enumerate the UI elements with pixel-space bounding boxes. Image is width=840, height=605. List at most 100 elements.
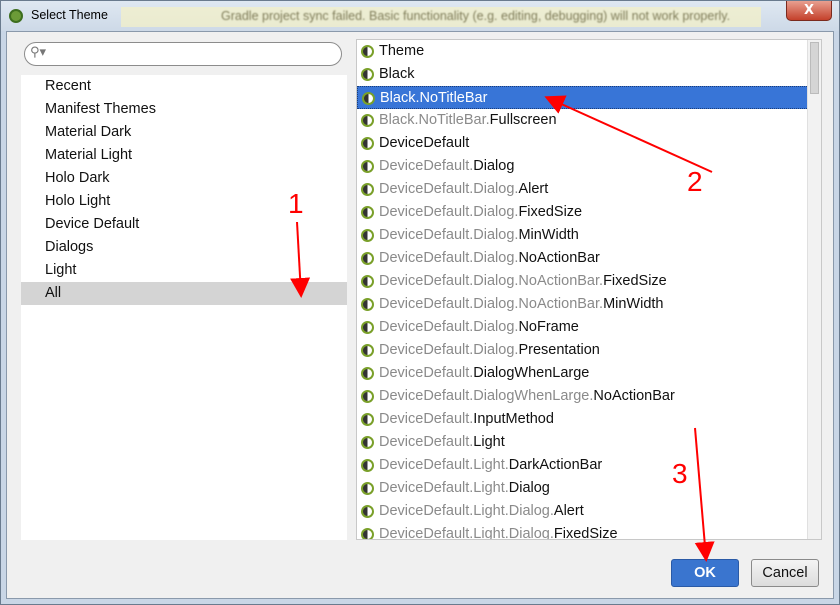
scrollbar[interactable]	[807, 40, 821, 539]
theme-icon	[361, 137, 374, 150]
theme-item[interactable]: DeviceDefault.Dialog.FixedSize	[357, 201, 821, 224]
theme-item[interactable]: Theme	[357, 40, 821, 63]
theme-item[interactable]: DeviceDefault.Light.Dialog.FixedSize	[357, 523, 821, 540]
select-theme-dialog: Gradle project sync failed. Basic functi…	[0, 0, 840, 605]
background-notice: Gradle project sync failed. Basic functi…	[221, 9, 731, 23]
annotation-3: 3	[672, 458, 688, 489]
theme-item[interactable]: DeviceDefault.InputMethod	[357, 408, 821, 431]
theme-item[interactable]: Black.NoTitleBar	[357, 86, 821, 109]
theme-item[interactable]: DeviceDefault.Dialog.NoFrame	[357, 316, 821, 339]
theme-name: NoActionBar	[518, 250, 600, 266]
theme-parent: DeviceDefault.DialogWhenLarge.	[379, 388, 594, 404]
theme-icon	[361, 482, 374, 495]
theme-icon	[361, 229, 374, 242]
theme-parent: DeviceDefault.Dialog.	[379, 342, 519, 358]
theme-icon	[361, 183, 374, 196]
theme-name: DarkActionBar	[508, 457, 603, 473]
theme-icon	[361, 528, 374, 539]
category-item[interactable]: Holo Dark	[21, 167, 347, 190]
theme-item[interactable]: DeviceDefault.Dialog	[357, 155, 821, 178]
theme-name: MinWidth	[603, 296, 664, 312]
theme-item[interactable]: DeviceDefault.DialogWhenLarge	[357, 362, 821, 385]
theme-parent: DeviceDefault.	[379, 411, 474, 427]
theme-name: Alert	[518, 181, 549, 197]
theme-icon	[361, 344, 374, 357]
theme-name: Presentation	[518, 342, 600, 358]
theme-icon	[361, 436, 374, 449]
search-input[interactable]: ⚲▾	[24, 42, 342, 66]
theme-item[interactable]: DeviceDefault.Dialog.NoActionBar.FixedSi…	[357, 270, 821, 293]
theme-icon	[361, 275, 374, 288]
theme-item[interactable]: DeviceDefault.Light	[357, 431, 821, 454]
category-item[interactable]: Recent	[21, 75, 347, 98]
theme-name: Black	[379, 66, 415, 82]
theme-name: Dialog	[508, 480, 550, 496]
ok-button[interactable]: OK	[671, 559, 739, 587]
theme-parent: DeviceDefault.Dialog.	[379, 204, 519, 220]
category-item[interactable]: Material Dark	[21, 121, 347, 144]
theme-name: MinWidth	[518, 227, 579, 243]
theme-name: FixedSize	[518, 204, 583, 220]
theme-item[interactable]: DeviceDefault.Dialog.MinWidth	[357, 224, 821, 247]
theme-item[interactable]: DeviceDefault.Dialog.Alert	[357, 178, 821, 201]
theme-name: InputMethod	[473, 411, 554, 427]
theme-name: NoActionBar	[593, 388, 675, 404]
title-bar: Gradle project sync failed. Basic functi…	[1, 1, 839, 31]
theme-icon	[361, 505, 374, 518]
category-item[interactable]: Light	[21, 259, 347, 282]
theme-parent: DeviceDefault.Dialog.	[379, 227, 519, 243]
theme-item[interactable]: DeviceDefault.Dialog.NoActionBar	[357, 247, 821, 270]
theme-icon	[362, 92, 375, 105]
theme-item[interactable]: DeviceDefault.Dialog.Presentation	[357, 339, 821, 362]
scrollbar-thumb[interactable]	[810, 42, 819, 94]
category-item[interactable]: All	[21, 282, 347, 305]
theme-name: Black.NoTitleBar	[380, 90, 488, 106]
theme-icon	[361, 413, 374, 426]
dialog-body: ⚲▾ Recent Manifest Themes Material Dark Mat…	[6, 31, 834, 599]
theme-icon	[361, 252, 374, 265]
cancel-button[interactable]: Cancel	[751, 559, 819, 587]
theme-name: Alert	[553, 503, 584, 519]
theme-parent: DeviceDefault.	[379, 158, 474, 174]
theme-parent: DeviceDefault.Dialog.	[379, 250, 519, 266]
theme-parent: DeviceDefault.	[379, 365, 474, 381]
theme-icon	[361, 367, 374, 380]
theme-item[interactable]: DeviceDefault.DialogWhenLarge.NoActionBa…	[357, 385, 821, 408]
theme-icon	[361, 114, 374, 127]
theme-parent: DeviceDefault.Light.Dialog.	[379, 503, 554, 519]
category-list: Recent Manifest Themes Material Dark Materi…	[21, 75, 347, 540]
annotation-2: 2	[687, 166, 703, 197]
theme-name: Fullscreen	[489, 112, 557, 128]
theme-parent: DeviceDefault.Dialog.	[379, 319, 519, 335]
theme-item[interactable]: DeviceDefault.Light.DarkActionBar	[357, 454, 821, 477]
theme-icon	[361, 321, 374, 334]
theme-name: DeviceDefault	[379, 135, 470, 151]
theme-item[interactable]: DeviceDefault.Dialog.NoActionBar.MinWidt…	[357, 293, 821, 316]
theme-list: Theme Black Black.NoTitleBar Black.NoTitleB…	[356, 39, 822, 540]
theme-name: Dialog	[473, 158, 515, 174]
category-item[interactable]: Dialogs	[21, 236, 347, 259]
category-item[interactable]: Material Light	[21, 144, 347, 167]
theme-icon	[361, 206, 374, 219]
theme-icon	[361, 160, 374, 173]
theme-icon	[361, 298, 374, 311]
theme-name: DialogWhenLarge	[473, 365, 590, 381]
theme-icon	[361, 45, 374, 58]
theme-item[interactable]: Black.NoTitleBar.Fullscreen	[357, 109, 821, 132]
annotation-1: 1	[288, 188, 304, 219]
theme-item[interactable]: DeviceDefault.Light.Dialog	[357, 477, 821, 500]
theme-parent: DeviceDefault.Dialog.NoActionBar.	[379, 273, 604, 289]
theme-parent: DeviceDefault.Light.	[379, 480, 509, 496]
theme-icon	[361, 459, 374, 472]
theme-parent: DeviceDefault.Dialog.NoActionBar.	[379, 296, 604, 312]
theme-item[interactable]: DeviceDefault.Light.Dialog.Alert	[357, 500, 821, 523]
theme-item[interactable]: Black	[357, 63, 821, 86]
theme-parent: DeviceDefault.Light.	[379, 457, 509, 473]
theme-name: NoFrame	[518, 319, 579, 335]
theme-parent: DeviceDefault.Light.Dialog.	[379, 526, 554, 540]
theme-item[interactable]: DeviceDefault	[357, 132, 821, 155]
category-item[interactable]: Manifest Themes	[21, 98, 347, 121]
theme-name: Theme	[379, 43, 425, 59]
close-button[interactable]: X	[786, 1, 832, 21]
search-icon: ⚲▾	[30, 45, 47, 60]
